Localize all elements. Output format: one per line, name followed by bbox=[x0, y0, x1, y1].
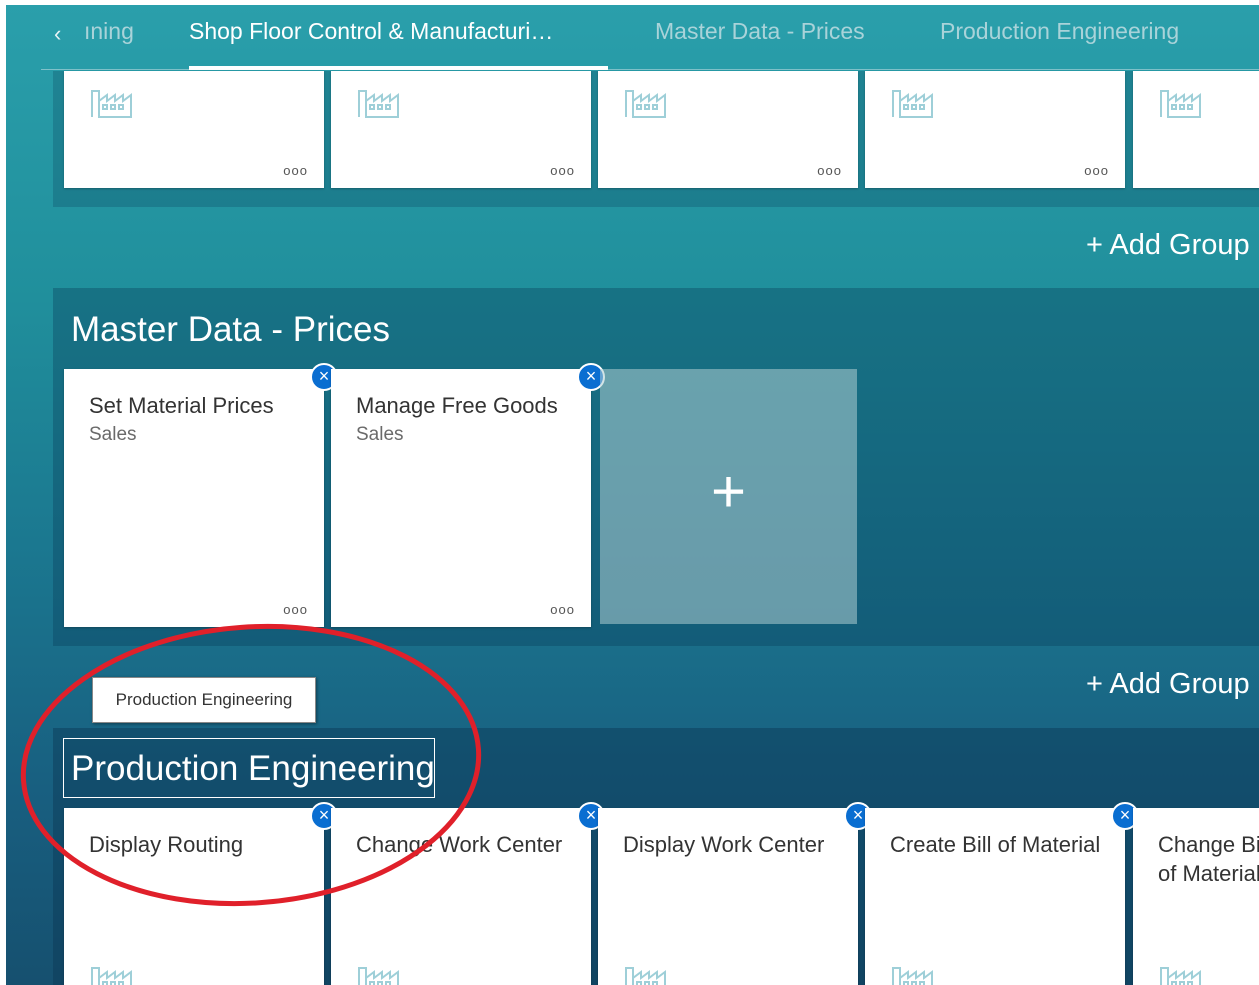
app-tile-create-bill-of-material[interactable]: Create Bill of Material × bbox=[865, 802, 1139, 985]
app-tile-manage-free-goods[interactable]: Manage Free Goods Sales ooo × bbox=[331, 363, 605, 627]
app-tile[interactable]: ooo bbox=[865, 71, 1125, 188]
app-tile[interactable]: ooo bbox=[331, 71, 591, 188]
tile-subtitle: Sales bbox=[356, 424, 404, 445]
more-icon[interactable]: ooo bbox=[283, 163, 308, 178]
add-group-button[interactable]: + Add Group bbox=[1086, 229, 1250, 262]
tab-production-engineering[interactable]: Production Engineering bbox=[940, 18, 1179, 45]
factory-icon bbox=[358, 90, 399, 118]
group-title-master-data-prices[interactable]: Master Data - Prices bbox=[71, 310, 390, 350]
chevron-left-icon[interactable]: ‹ bbox=[54, 21, 61, 47]
factory-icon bbox=[625, 90, 666, 118]
factory-icon bbox=[91, 967, 132, 985]
app-tile[interactable] bbox=[1133, 71, 1259, 188]
tile-title: Change Work Center bbox=[356, 832, 563, 857]
app-tile[interactable]: ooo bbox=[598, 71, 858, 188]
app-tile-change-work-center[interactable]: Change Work Center × bbox=[331, 802, 605, 985]
tile-title: Create Bill of Material bbox=[890, 832, 1101, 857]
tile-title: Display Work Center bbox=[623, 832, 825, 857]
factory-icon bbox=[1160, 967, 1201, 985]
factory-icon bbox=[358, 967, 399, 985]
add-group-button[interactable]: + Add Group bbox=[1086, 668, 1250, 701]
more-icon[interactable]: ooo bbox=[550, 602, 575, 617]
more-icon[interactable]: ooo bbox=[1084, 163, 1109, 178]
more-icon[interactable]: ooo bbox=[817, 163, 842, 178]
more-icon[interactable]: ooo bbox=[550, 163, 575, 178]
tab-shop-floor-control[interactable]: Shop Floor Control & Manufacturi… bbox=[189, 18, 553, 45]
app-tile-display-work-center[interactable]: Display Work Center × bbox=[598, 802, 872, 985]
app-tile-display-routing[interactable]: Display Routing × bbox=[64, 802, 338, 985]
factory-icon bbox=[892, 967, 933, 985]
tile-subtitle: Sales bbox=[89, 424, 137, 445]
app-tile-change-bill-of-material[interactable]: Change Bill of Material bbox=[1133, 808, 1259, 985]
active-tab-indicator bbox=[189, 66, 608, 70]
tile-title: Display Routing bbox=[89, 832, 244, 857]
more-icon[interactable]: ooo bbox=[283, 602, 308, 617]
factory-icon bbox=[1160, 90, 1201, 118]
tab-planning[interactable]: ıning bbox=[84, 18, 134, 45]
add-tile-button[interactable]: + bbox=[600, 369, 857, 624]
factory-icon bbox=[91, 90, 132, 118]
factory-icon bbox=[892, 90, 933, 118]
tile-title: Set Material Prices bbox=[89, 393, 274, 418]
tooltip: Production Engineering bbox=[92, 677, 316, 723]
group-tab-bar: ‹ ıning Shop Floor Control & Manufacturi… bbox=[6, 5, 1259, 71]
app-tile-set-material-prices[interactable]: Set Material Prices Sales ooo × bbox=[64, 363, 338, 627]
factory-icon bbox=[625, 967, 666, 985]
tile-title: Manage Free Goods bbox=[356, 393, 558, 418]
tile-title: Change Bill of Material bbox=[1158, 832, 1259, 886]
group-title-production-engineering[interactable]: Production Engineering bbox=[71, 749, 435, 789]
launchpad-home: ‹ ıning Shop Floor Control & Manufacturi… bbox=[6, 5, 1259, 985]
tab-master-data-prices[interactable]: Master Data - Prices bbox=[655, 18, 865, 45]
app-tile[interactable]: ooo bbox=[64, 71, 324, 188]
